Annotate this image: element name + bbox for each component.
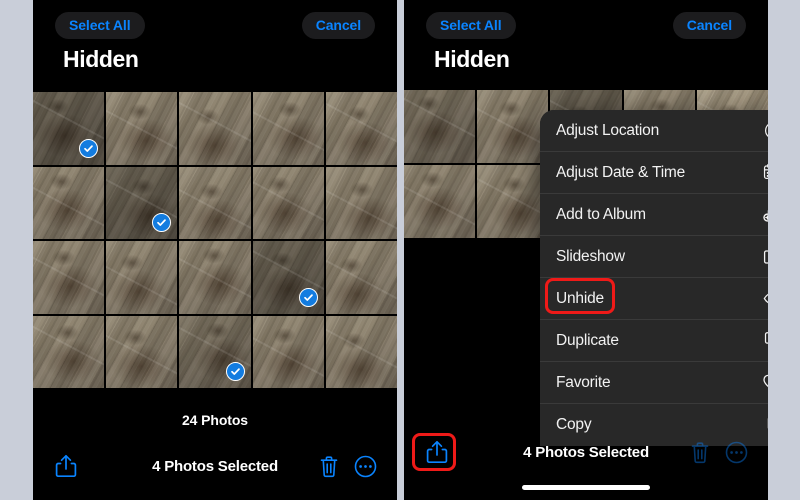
left-bottom-toolbar: 4 Photos Selected xyxy=(33,444,397,488)
wood-texture xyxy=(179,166,251,239)
photo-thumbnail[interactable] xyxy=(179,166,251,239)
wood-texture xyxy=(33,166,105,239)
wood-texture xyxy=(106,315,178,388)
selected-check-icon xyxy=(79,138,99,158)
calendar-clock-icon xyxy=(762,162,768,184)
select-all-button-right[interactable]: Select All xyxy=(426,12,516,39)
wood-texture xyxy=(404,165,476,238)
menu-item-slideshow[interactable]: Slideshow xyxy=(540,236,768,278)
wood-texture xyxy=(325,241,397,314)
screenshot-stage: Select All Cancel Hidden 24 Photos 4 Pho… xyxy=(0,0,800,500)
photo-thumbnail[interactable] xyxy=(325,241,397,314)
photo-thumbnail[interactable] xyxy=(477,165,549,238)
photo-thumbnail[interactable] xyxy=(33,315,105,388)
cancel-button-right[interactable]: Cancel xyxy=(672,12,746,39)
wood-texture xyxy=(252,92,324,165)
menu-item-favorite[interactable]: Favorite xyxy=(540,362,768,404)
photo-thumbnail[interactable] xyxy=(33,166,105,239)
photo-thumbnail[interactable] xyxy=(179,92,251,165)
more-circle-icon[interactable] xyxy=(354,455,377,478)
photo-thumbnail[interactable] xyxy=(404,165,476,238)
trash-icon-right[interactable] xyxy=(690,441,710,464)
photo-thumbnail[interactable] xyxy=(325,166,397,239)
menu-item-label: Duplicate xyxy=(556,331,619,349)
eye-icon xyxy=(762,288,768,310)
left-phone-panel: Select All Cancel Hidden 24 Photos 4 Pho… xyxy=(33,0,397,500)
location-pin-circle-icon xyxy=(762,120,768,142)
home-indicator xyxy=(522,485,650,490)
menu-item-add-to-album[interactable]: Add to Album xyxy=(540,194,768,236)
selection-count-label-right: 4 Photos Selected xyxy=(523,443,649,461)
heart-icon xyxy=(762,372,768,394)
more-circle-icon-right[interactable] xyxy=(725,441,748,464)
photo-thumbnail[interactable] xyxy=(33,241,105,314)
right-phone-panel: Select All Cancel Hidden Adjust Location… xyxy=(404,0,768,500)
cancel-button[interactable]: Cancel xyxy=(301,12,375,39)
wood-texture xyxy=(179,92,251,165)
photo-thumbnail[interactable] xyxy=(252,166,324,239)
right-bottom-toolbar: 4 Photos Selected xyxy=(404,430,768,474)
trash-icon[interactable] xyxy=(319,455,339,478)
photo-grid[interactable] xyxy=(33,92,397,388)
wood-texture xyxy=(325,166,397,239)
photo-thumbnail[interactable] xyxy=(106,315,178,388)
wood-texture xyxy=(477,165,549,238)
photo-thumbnail[interactable] xyxy=(252,315,324,388)
page-title-right: Hidden xyxy=(434,46,510,72)
menu-item-label: Favorite xyxy=(556,373,611,391)
page-title: Hidden xyxy=(63,46,139,72)
photo-thumbnail[interactable] xyxy=(106,166,178,239)
photo-thumbnail[interactable] xyxy=(106,241,178,314)
select-all-button[interactable]: Select All xyxy=(55,12,145,39)
left-nav-bar: Select All Cancel Hidden xyxy=(33,0,397,92)
right-nav-bar: Select All Cancel Hidden xyxy=(404,0,768,92)
photo-thumbnail[interactable] xyxy=(106,92,178,165)
wood-texture xyxy=(33,315,105,388)
share-context-menu[interactable]: Adjust Location Adjust Date & Time Add to … xyxy=(540,110,768,446)
photo-thumbnail[interactable] xyxy=(179,241,251,314)
photo-count-label: 24 Photos xyxy=(181,412,248,428)
photo-thumbnail[interactable] xyxy=(404,90,476,163)
wood-texture xyxy=(325,92,397,165)
photo-thumbnail[interactable] xyxy=(325,92,397,165)
menu-item-unhide[interactable]: Unhide xyxy=(540,278,768,320)
photo-thumbnail[interactable] xyxy=(33,92,105,165)
photo-thumbnail[interactable] xyxy=(179,315,251,388)
photo-thumbnail[interactable] xyxy=(252,92,324,165)
photo-thumbnail[interactable] xyxy=(252,241,324,314)
photo-thumbnail[interactable] xyxy=(325,315,397,388)
wood-texture xyxy=(325,315,397,388)
wood-texture xyxy=(252,166,324,239)
wood-texture xyxy=(252,315,324,388)
menu-item-label: Adjust Location xyxy=(556,121,659,139)
album-plus-icon xyxy=(762,204,768,226)
play-rect-icon xyxy=(762,246,768,268)
wood-texture xyxy=(404,90,476,163)
menu-item-adjust-location[interactable]: Adjust Location xyxy=(540,110,768,152)
menu-item-adjust-date-time[interactable]: Adjust Date & Time xyxy=(540,152,768,194)
selected-check-icon xyxy=(298,287,318,307)
menu-item-label: Adjust Date & Time xyxy=(556,163,686,181)
photo-thumbnail[interactable] xyxy=(477,90,549,163)
menu-item-label: Slideshow xyxy=(556,247,625,265)
selected-check-icon xyxy=(225,362,245,381)
duplicate-icon xyxy=(762,330,768,352)
wood-texture xyxy=(106,241,178,314)
menu-item-label: Unhide xyxy=(556,289,604,307)
menu-item-duplicate[interactable]: Duplicate xyxy=(540,320,768,362)
selection-count-label: 4 Photos Selected xyxy=(152,457,278,475)
menu-item-label: Add to Album xyxy=(556,205,646,223)
